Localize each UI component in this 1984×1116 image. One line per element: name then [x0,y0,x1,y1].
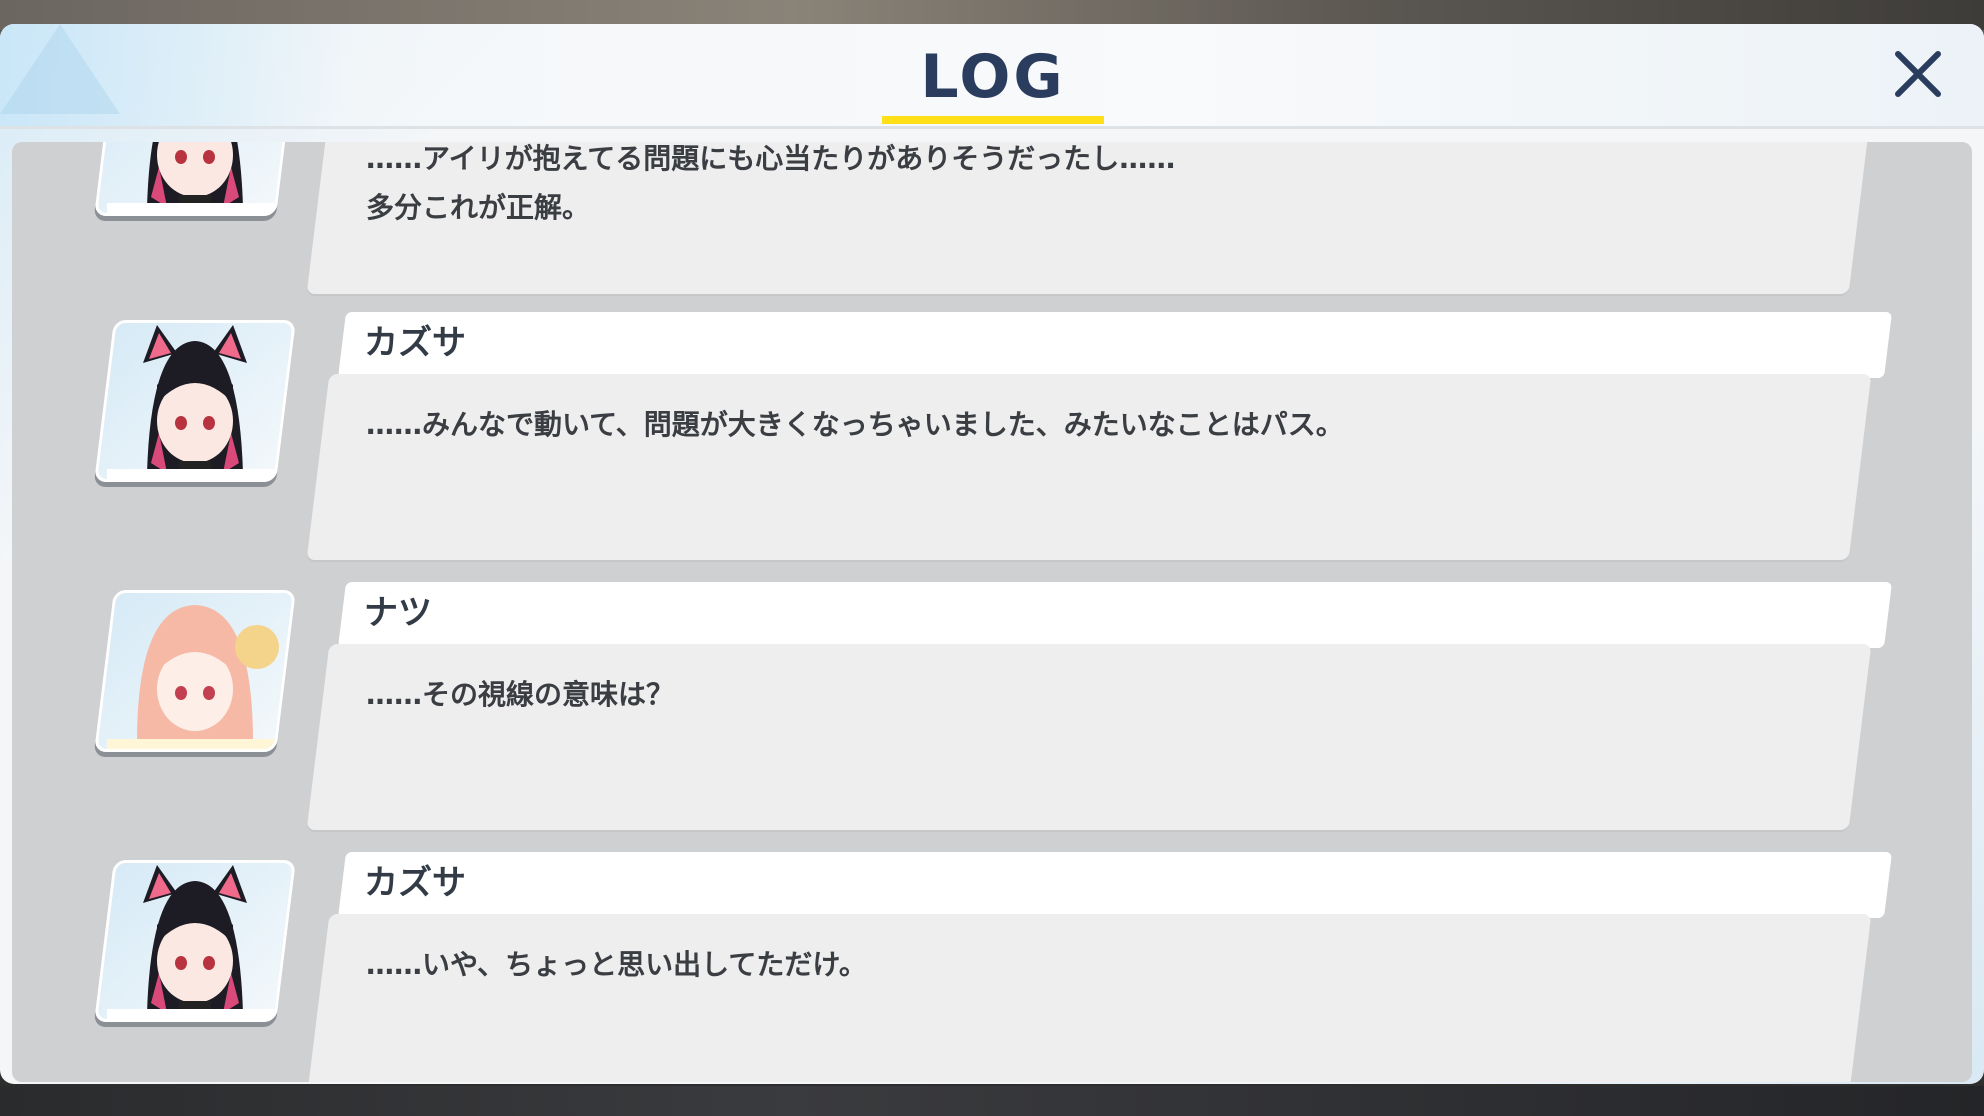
log-list[interactable]: ……アイリが抱えてる問題にも心当たりがありそうだったし…… 多分これが正解。 カ… [12,142,1972,1082]
log-title-underline [882,116,1104,124]
log-header: LOG [0,24,1984,129]
speaker-name: カズサ [364,323,466,363]
speaker-name-bar [337,852,1893,918]
message-text: ……その視線の意味は？ [366,678,675,711]
log-title: LOG [920,42,1066,112]
message-text: ……アイリが抱えてる問題にも心当たりがありそうだったし…… 多分これが正解。 [366,142,1176,224]
speaker-name-bar [337,582,1893,648]
close-button[interactable] [1886,42,1950,106]
speaker-name: カズサ [364,863,466,903]
avatar-kazusa [94,860,296,1022]
speaker-name: ナツ [364,593,432,633]
speaker-name-bar [337,312,1893,378]
avatar-natsu [94,590,296,752]
log-entry: ……アイリが抱えてる問題にも心当たりがありそうだったし…… 多分これが正解。 [12,142,1972,302]
log-entry: カズサ ……いや、ちょっと思い出してただけ。 [12,852,1972,1082]
avatar-kazusa [94,320,296,482]
close-icon [1895,51,1941,97]
background-scene-bottom [0,1086,1984,1116]
log-entry: ナツ ……その視線の意味は？ [12,582,1972,838]
log-window: LOG ……アイリが抱えてる問題にも心当たりがありそうだったし…… 多分これが正… [0,24,1984,1084]
message-text: ……みんなで動いて、問題が大きくなっちゃいました、みたいなことはパス。 [366,408,1344,441]
message-text: ……いや、ちょっと思い出してただけ。 [366,948,867,981]
log-entry: カズサ ……みんなで動いて、問題が大きくなっちゃいました、みたいなことはパス。 [12,312,1972,568]
avatar-kazusa [94,142,296,216]
header-decoration [0,24,120,114]
